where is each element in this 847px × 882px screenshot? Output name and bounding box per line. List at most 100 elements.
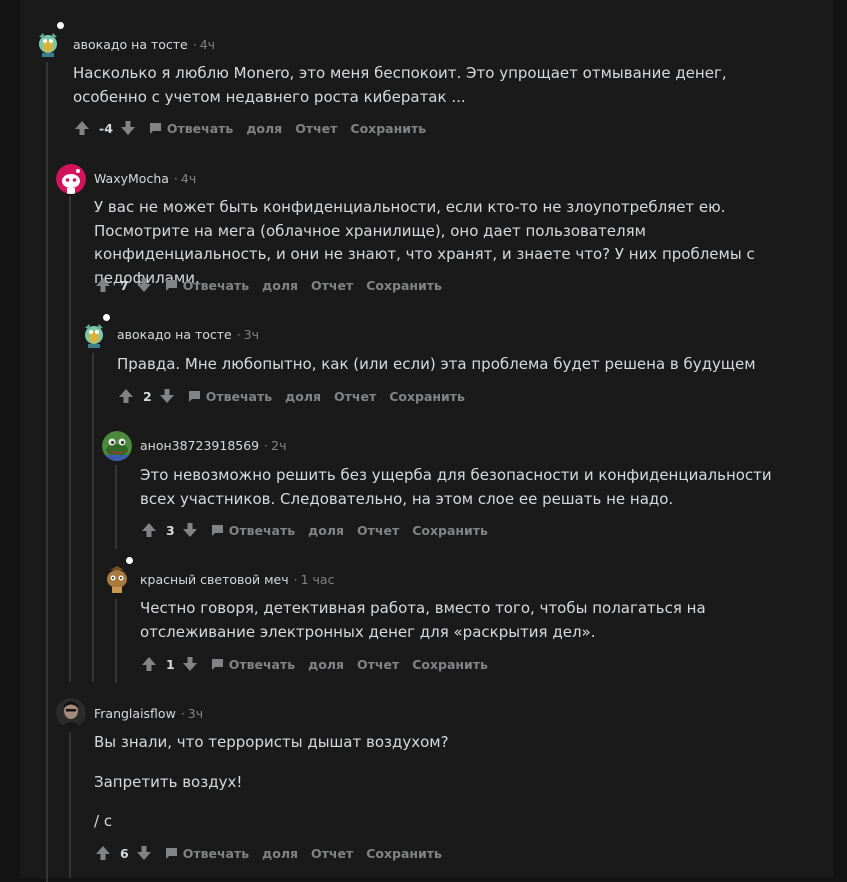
comment-bubble-icon	[211, 524, 224, 536]
share-button[interactable]: доля	[285, 389, 321, 404]
username[interactable]: WaxyMocha	[94, 171, 169, 186]
username[interactable]: авокадо на тосте	[73, 37, 188, 52]
comment-meta: WaxyMocha · 4ч	[94, 171, 197, 186]
reply-button[interactable]: Отвечать	[149, 121, 233, 136]
comment-meta: авокадо на тосте · 3ч	[117, 327, 260, 342]
share-button[interactable]: доля	[246, 121, 282, 136]
vote-score: 1	[166, 656, 175, 672]
comment-meta: красный световой меч · 1 час	[140, 572, 335, 587]
timestamp[interactable]: 3ч	[188, 706, 203, 721]
comment-bubble-icon	[188, 390, 201, 402]
comment-actions: 7 Отвечать доля Отчет Сохранить	[95, 274, 442, 296]
share-button[interactable]: доля	[308, 657, 344, 672]
comment-text: Насколько я люблю Monero, это меня беспо…	[73, 64, 727, 106]
thread-line[interactable]	[115, 465, 117, 549]
report-button[interactable]: Отчет	[311, 278, 353, 293]
avocado-avatar[interactable]	[33, 29, 63, 59]
report-button[interactable]: Отчет	[357, 523, 399, 538]
upvote-icon[interactable]	[95, 277, 111, 293]
comment-bubble-icon	[149, 122, 162, 134]
timestamp[interactable]: 3ч	[244, 327, 259, 342]
thread-line[interactable]	[92, 353, 94, 682]
comment-bubble-icon	[165, 279, 178, 291]
thread-line[interactable]	[69, 196, 71, 682]
report-button[interactable]: Отчет	[357, 657, 399, 672]
username[interactable]: красный световой меч	[140, 572, 289, 587]
comment-text: Честно говоря, детективная работа, вмест…	[140, 599, 706, 641]
comment-thread: авокадо на тосте · 4ч Насколько я люблю Mo…	[20, 0, 833, 882]
comment-bubble-icon	[165, 847, 178, 859]
online-status-icon	[102, 313, 111, 322]
comment-meta: анон38723918569 · 2ч	[140, 438, 287, 453]
vote-score: 2	[143, 388, 152, 404]
timestamp[interactable]: 2ч	[271, 438, 286, 453]
reply-button[interactable]: Отвечать	[165, 846, 249, 861]
save-button[interactable]: Сохранить	[412, 657, 488, 672]
online-status-icon	[56, 21, 65, 30]
timestamp[interactable]: 4ч	[181, 171, 196, 186]
comment-body: Насколько я люблю Monero, это меня беспо…	[73, 62, 773, 109]
vote-score: 3	[166, 522, 175, 538]
upvote-icon[interactable]	[141, 522, 157, 538]
downvote-icon[interactable]	[182, 656, 198, 672]
save-button[interactable]: Сохранить	[366, 846, 442, 861]
thread-line[interactable]	[69, 732, 71, 878]
report-button[interactable]: Отчет	[334, 389, 376, 404]
comment-body: Вы знали, что террористы дышат воздухом?…	[94, 731, 794, 834]
timestamp[interactable]: 1 час	[301, 572, 335, 587]
comment-meta: Franglaisflow · 3ч	[94, 706, 204, 721]
reply-button[interactable]: Отвечать	[165, 278, 249, 293]
vote-score: 6	[120, 845, 129, 861]
comment-body: Правда. Мне любопытно, как (или если) эт…	[117, 353, 807, 377]
reply-button[interactable]: Отвечать	[211, 523, 295, 538]
vote-score: -4	[99, 120, 113, 136]
comment-meta: авокадо на тосте · 4ч	[73, 37, 216, 52]
thread-line[interactable]	[46, 62, 48, 882]
share-button[interactable]: доля	[262, 278, 298, 293]
photo-avatar[interactable]	[56, 698, 86, 728]
upvote-icon[interactable]	[118, 388, 134, 404]
brown-snoo-avatar[interactable]	[102, 564, 132, 594]
frog-avatar[interactable]	[102, 431, 132, 461]
comment-actions: 2 Отвечать доля Отчет Сохранить	[118, 385, 465, 407]
comment-text: Запретить воздух!	[94, 772, 243, 791]
save-button[interactable]: Сохранить	[366, 278, 442, 293]
reply-button[interactable]: Отвечать	[211, 657, 295, 672]
comment-actions: -4 Отвечать доля Отчет Сохранить	[74, 117, 426, 139]
avocado-avatar[interactable]	[79, 320, 109, 350]
comment-text: Правда. Мне любопытно, как (или если) эт…	[117, 355, 756, 373]
username[interactable]: авокадо на тосте	[117, 327, 232, 342]
timestamp[interactable]: 4ч	[200, 37, 215, 52]
comment-body: Честно говоря, детективная работа, вмест…	[140, 597, 780, 644]
downvote-icon[interactable]	[182, 522, 198, 538]
comment-bubble-icon	[211, 658, 224, 670]
downvote-icon[interactable]	[159, 388, 175, 404]
online-status-icon	[125, 556, 134, 565]
downvote-icon[interactable]	[136, 277, 152, 293]
upvote-icon[interactable]	[95, 845, 111, 861]
pink-snoo-avatar[interactable]	[56, 164, 86, 194]
comment-body: Это невозможно решить без ущерба для без…	[140, 464, 780, 511]
thread-line[interactable]	[115, 599, 117, 683]
reply-button[interactable]: Отвечать	[188, 389, 272, 404]
upvote-icon[interactable]	[141, 656, 157, 672]
comment-actions: 1 Отвечать доля Отчет Сохранить	[141, 653, 488, 675]
comment-text: / с	[94, 812, 113, 830]
report-button[interactable]: Отчет	[295, 121, 337, 136]
save-button[interactable]: Сохранить	[412, 523, 488, 538]
report-button[interactable]: Отчет	[311, 846, 353, 861]
save-button[interactable]: Сохранить	[350, 121, 426, 136]
comment-text: Вы знали, что террористы дышат воздухом?	[94, 733, 449, 751]
downvote-icon[interactable]	[136, 845, 152, 861]
comment-actions: 3 Отвечать доля Отчет Сохранить	[141, 519, 488, 541]
username[interactable]: Franglaisflow	[94, 706, 176, 721]
comment-actions: 6 Отвечать доля Отчет Сохранить	[95, 842, 442, 864]
upvote-icon[interactable]	[74, 120, 90, 136]
share-button[interactable]: доля	[308, 523, 344, 538]
save-button[interactable]: Сохранить	[389, 389, 465, 404]
share-button[interactable]: доля	[262, 846, 298, 861]
username[interactable]: анон38723918569	[140, 438, 259, 453]
downvote-icon[interactable]	[120, 120, 136, 136]
comment-text: Это невозможно решить без ущерба для без…	[140, 466, 772, 508]
vote-score: 7	[120, 277, 129, 293]
